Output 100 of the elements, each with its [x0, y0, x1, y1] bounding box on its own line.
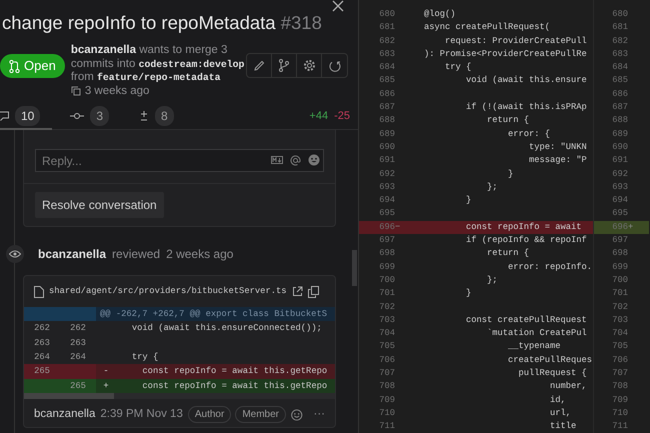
emoji-icon[interactable]: [308, 154, 320, 166]
line-number: 689: [378, 128, 395, 141]
line-number: 686: [611, 88, 628, 101]
line-number: 711: [611, 420, 628, 433]
line-number: 706: [611, 354, 628, 367]
line-number: 695: [378, 207, 395, 220]
line-number: 706: [378, 354, 395, 367]
copy-icon[interactable]: [308, 286, 319, 298]
line-number: 685: [378, 74, 395, 88]
line-number: 688: [378, 114, 395, 128]
line-number: 704: [611, 327, 628, 340]
line-number: 265: [33, 365, 51, 378]
line-number: 698: [611, 247, 628, 260]
line-number: 681: [378, 21, 395, 34]
line-number: 696: [611, 220, 628, 234]
emoji-icon[interactable]: [291, 408, 302, 422]
comment-time: 2:39 PM Nov 13: [100, 406, 183, 422]
line-number: 684: [378, 61, 395, 74]
markdown-icon[interactable]: [271, 156, 283, 164]
line-number: 700: [611, 274, 628, 287]
diff-sign: −: [395, 220, 402, 234]
line-number: 693: [378, 180, 395, 194]
code-line: void (await this.ensure: [465, 74, 588, 88]
resolve-conversation-button[interactable]: Resolve conversation: [35, 192, 164, 218]
code-line: type: "UNKN: [528, 140, 588, 154]
line-number: 701: [611, 287, 628, 300]
diff-sign: +: [102, 380, 110, 393]
code-line: `mutation CreatePul: [486, 327, 588, 340]
code-line: id,: [549, 394, 567, 407]
line-number: 691: [611, 154, 628, 168]
file-path[interactable]: shared/agent/src/providers/bitbucketServer.ts: [49, 285, 287, 298]
code-line: }: [465, 194, 472, 208]
line-number: 262: [33, 322, 51, 336]
line-number: 700: [378, 274, 395, 287]
line-number: 699: [611, 260, 628, 274]
pull-request-title: change repoInfo to repoMetadata #318: [2, 12, 322, 34]
code-line: number,: [549, 380, 588, 394]
line-number: 695: [611, 207, 628, 220]
line-number: 680: [378, 8, 395, 21]
line-number: 683: [378, 48, 395, 61]
copy-icon[interactable]: [70, 86, 81, 96]
more-options[interactable]: ···: [314, 406, 325, 424]
code-line: }: [507, 168, 514, 181]
line-number: 694: [378, 194, 395, 208]
lines-removed: -25: [334, 109, 350, 124]
code-line: @log(): [423, 8, 457, 21]
mention-icon[interactable]: [290, 154, 301, 166]
code-line: return {: [486, 247, 530, 260]
line-number: 265: [69, 380, 87, 393]
refresh-icon: [328, 60, 340, 72]
diff-icon: [139, 110, 150, 122]
line-number: 263: [33, 336, 51, 350]
line-number: 690: [378, 140, 395, 154]
line-number: 684: [611, 61, 628, 74]
code-line: if (!(await this.isPRAp: [465, 101, 588, 114]
line-number: 692: [611, 168, 628, 181]
tab[interactable]: 10: [0, 104, 52, 130]
line-number: 702: [378, 300, 395, 314]
lines-added: +44: [309, 109, 328, 124]
reviewer-name[interactable]: bcanzanella: [38, 245, 106, 263]
code-line: ): Promise<ProviderCreatePullRe: [423, 48, 588, 61]
role-tag: Member: [235, 406, 286, 424]
review-age: 2 weeks ago: [166, 246, 234, 263]
line-number: 683: [611, 48, 628, 61]
line-number: 709: [378, 394, 395, 407]
comment-author[interactable]: bcanzanella: [34, 406, 96, 424]
diff-sign: -: [102, 365, 110, 378]
code-line: pullRequest {: [518, 367, 588, 380]
code-line: const createPullRequest: [465, 314, 588, 327]
comment-icon: [0, 110, 9, 120]
external-link-icon[interactable]: [292, 286, 303, 298]
vertical-scrollbar[interactable]: [352, 250, 357, 286]
line-number: 685: [611, 74, 628, 88]
tab[interactable]: 8: [139, 104, 186, 130]
code-line: };: [486, 180, 499, 194]
pull-request-age: 3 weeks ago: [84, 84, 150, 98]
role-tag: Author: [188, 406, 232, 424]
line-number: 710: [611, 406, 628, 420]
line-number: 707: [611, 367, 628, 380]
hunk-header: @@ -262,7 +262,7 @@ export class BitbucketS: [24, 307, 335, 322]
review-action: reviewed: [112, 246, 160, 263]
commit-icon: [70, 112, 84, 120]
line-number: 701: [378, 287, 395, 300]
code-line: request: ProviderCreatePull: [444, 34, 588, 48]
tab[interactable]: 3: [70, 104, 122, 130]
line-number: 686: [378, 88, 395, 101]
line-number: 699: [378, 260, 395, 274]
line-number: 682: [378, 34, 395, 48]
line-number: 698: [378, 247, 395, 260]
code-line: void (await this.ensureConnected());: [130, 322, 323, 336]
reply-field[interactable]: Reply...: [35, 149, 324, 172]
line-number: 703: [378, 314, 395, 327]
line-number: 263: [69, 336, 87, 350]
code-line: };: [486, 274, 499, 287]
code-line: }: [465, 287, 472, 300]
line-number: 696: [378, 220, 395, 234]
close-icon[interactable]: [332, 0, 344, 12]
line-number: 705: [378, 340, 395, 354]
code-line: return {: [486, 114, 530, 128]
line-number: 693: [611, 180, 628, 194]
